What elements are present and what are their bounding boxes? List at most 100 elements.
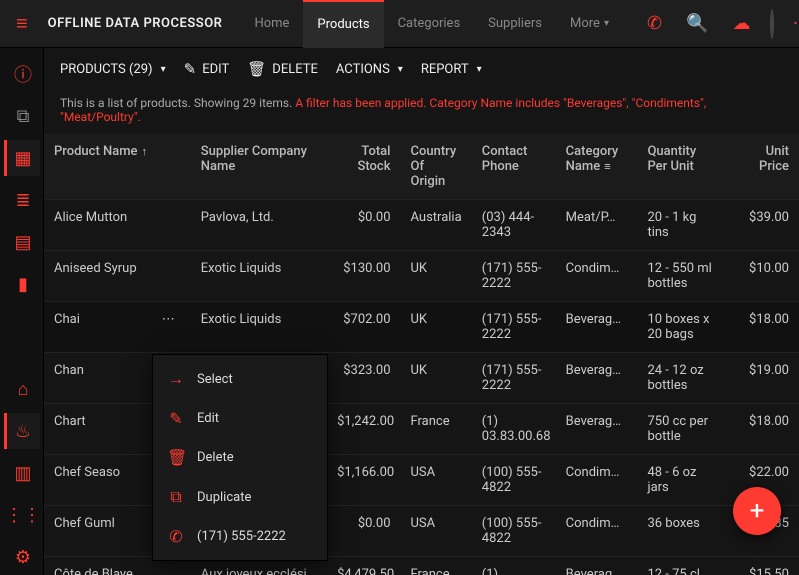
cell-country: UK xyxy=(401,302,472,353)
nav-more-label: More xyxy=(570,16,600,31)
chevron-down-icon: ▾ xyxy=(477,64,482,75)
products-count-label: PRODUCTS (29) xyxy=(60,62,153,77)
col-unit-price[interactable]: Unit Price xyxy=(723,134,799,200)
sidebar-apps-icon[interactable]: ⋮⋮ xyxy=(4,497,40,533)
cell-stock: $130.00 xyxy=(327,251,400,302)
delete-label: DELETE xyxy=(272,62,318,77)
report-dropdown-button[interactable]: REPORT▾ xyxy=(421,62,482,77)
context-select[interactable]: →Select xyxy=(153,359,327,399)
phone-icon[interactable]: ✆ xyxy=(639,7,670,40)
overflow-menu-icon[interactable]: ⋯ xyxy=(786,9,799,38)
col-category-name[interactable]: Category Name≡ xyxy=(556,134,638,200)
sidebar: ⓘ ⧉ ▦ ≣ ▤ ▮ ⌂ ♨ ▥ ⋮⋮ ⚙ xyxy=(0,48,44,575)
cell-price: $10.00 xyxy=(723,251,799,302)
cell-country: France xyxy=(401,404,472,455)
cell-price: $18.00 xyxy=(723,404,799,455)
sidebar-columns-icon[interactable]: ▤ xyxy=(4,224,40,260)
cell-phone: (03) 444-2343 xyxy=(472,200,556,251)
context-delete[interactable]: 🗑Delete xyxy=(153,438,327,477)
sidebar-chart-icon[interactable]: ▮ xyxy=(4,266,40,302)
sidebar-list-icon[interactable]: ≣ xyxy=(4,182,40,218)
nav-home[interactable]: Home xyxy=(240,0,303,48)
cell-category: Condim… xyxy=(556,251,638,302)
cell-price: $39.00 xyxy=(723,200,799,251)
cell-country: UK xyxy=(401,251,472,302)
cell-stock: $702.00 xyxy=(327,302,400,353)
avatar[interactable] xyxy=(770,9,774,39)
nav-categories[interactable]: Categories xyxy=(384,0,475,48)
sidebar-info-icon[interactable]: ⓘ xyxy=(4,56,40,92)
col-product-name[interactable]: Product Name↑ xyxy=(44,134,191,200)
add-fab-button[interactable]: + xyxy=(733,487,781,535)
cell-price: $15.50 xyxy=(723,557,799,575)
context-label: Edit xyxy=(197,411,219,426)
filter-icon: ≡ xyxy=(604,160,610,173)
col-total-stock[interactable]: Total Stock xyxy=(327,134,400,200)
cell-category: Beverag… xyxy=(556,302,638,353)
col-supplier[interactable]: Supplier Company Name xyxy=(191,134,327,200)
cell-category: Beverag… xyxy=(556,404,638,455)
filter-notice: This is a list of products. Showing 29 i… xyxy=(44,90,799,134)
phone-icon: ✆ xyxy=(167,527,185,546)
top-nav: Home Products Categories Suppliers More ▾ xyxy=(240,0,623,48)
cell-qty: 20 - 1 kg tins xyxy=(637,200,723,251)
sort-asc-icon: ↑ xyxy=(142,145,148,158)
cell-qty: 24 - 12 oz bottles xyxy=(637,353,723,404)
cell-phone: (1) 03.83.00.68 xyxy=(472,557,556,575)
products-dropdown-button[interactable]: PRODUCTS (29)▾ xyxy=(60,62,166,77)
nav-products[interactable]: Products xyxy=(303,0,383,48)
cell-category: Condim… xyxy=(556,506,638,557)
table-row[interactable]: Chai⋯Exotic Liquids$702.00UK(171) 555-22… xyxy=(44,302,799,353)
cell-phone: (171) 555-2222 xyxy=(472,251,556,302)
chevron-down-icon: ▾ xyxy=(604,18,609,29)
cell-price: $19.00 xyxy=(723,353,799,404)
sidebar-copy-icon[interactable]: ⧉ xyxy=(4,98,40,134)
cell-country: UK xyxy=(401,353,472,404)
cell-qty: 750 cc per bottle xyxy=(637,404,723,455)
context-edit[interactable]: ✎Edit xyxy=(153,399,327,438)
sidebar-gear-icon[interactable]: ⚙ xyxy=(4,539,40,575)
edit-button[interactable]: ✎EDIT xyxy=(184,60,230,78)
cloud-check-icon[interactable]: ☁ xyxy=(724,7,758,40)
col-qty-per-unit[interactable]: Quantity Per Unit xyxy=(637,134,723,200)
cell-qty: 12 - 550 ml bottles xyxy=(637,251,723,302)
menu-icon[interactable]: ≡ xyxy=(10,7,34,40)
cell-stock: $323.00 xyxy=(327,353,400,404)
trash-icon: 🗑 xyxy=(167,448,185,467)
table-row[interactable]: Aniseed SyrupExotic Liquids$130.00UK(171… xyxy=(44,251,799,302)
row-menu-icon[interactable]: ⋯ xyxy=(162,312,181,327)
cell-country: USA xyxy=(401,455,472,506)
cell-qty: 36 boxes xyxy=(637,506,723,557)
cell-country: Australia xyxy=(401,200,472,251)
cell-qty: 48 - 6 oz jars xyxy=(637,455,723,506)
actions-dropdown-button[interactable]: ACTIONS▾ xyxy=(336,62,403,77)
cell-category: Meat/P… xyxy=(556,200,638,251)
col-country[interactable]: Country Of Origin xyxy=(401,134,472,200)
col-contact-phone[interactable]: Contact Phone xyxy=(472,134,556,200)
sidebar-archive-icon[interactable]: ▥ xyxy=(4,455,40,491)
cell-qty: 12 - 75 cl bottles xyxy=(637,557,723,575)
cell-phone: (171) 555-2222 xyxy=(472,353,556,404)
pencil-icon: ✎ xyxy=(184,60,197,78)
actions-label: ACTIONS xyxy=(336,62,390,77)
context-phone[interactable]: ✆(171) 555-2222 xyxy=(153,517,327,556)
cell-supplier: Pavlova, Ltd. xyxy=(191,200,327,251)
cell-phone: (1) 03.83.00.68 xyxy=(472,404,556,455)
sidebar-home-icon[interactable]: ⌂ xyxy=(4,371,40,407)
context-label: Duplicate xyxy=(197,490,251,505)
sidebar-fire-icon[interactable]: ♨ xyxy=(4,413,40,449)
cell-stock: $1,166.00 xyxy=(327,455,400,506)
cell-product-name: Chai⋯ xyxy=(44,302,191,353)
nav-more[interactable]: More ▾ xyxy=(556,0,623,48)
context-label: Select xyxy=(197,372,233,387)
sidebar-grid-icon[interactable]: ▦ xyxy=(4,140,40,176)
cell-price: $18.00 xyxy=(723,302,799,353)
delete-button[interactable]: 🗑DELETE xyxy=(247,60,318,78)
cell-product-name: Aniseed Syrup xyxy=(44,251,191,302)
search-icon[interactable]: 🔍 xyxy=(678,7,716,40)
cell-country: France xyxy=(401,557,472,575)
nav-suppliers[interactable]: Suppliers xyxy=(474,0,556,48)
context-duplicate[interactable]: ⧉Duplicate xyxy=(153,477,327,517)
table-row[interactable]: Alice MuttonPavlova, Ltd.$0.00Australia(… xyxy=(44,200,799,251)
cell-product-name: Alice Mutton xyxy=(44,200,191,251)
